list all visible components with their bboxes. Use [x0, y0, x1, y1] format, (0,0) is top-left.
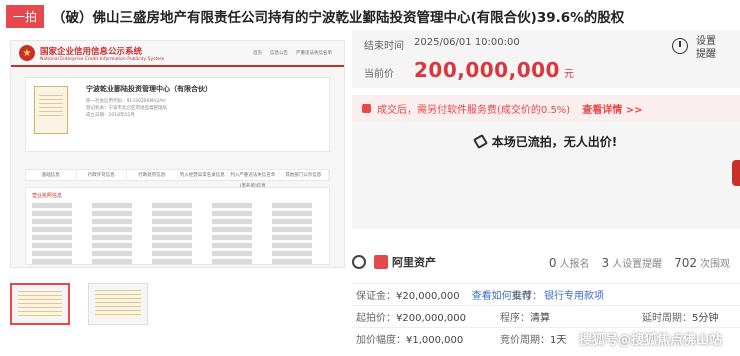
reminder-label-line1: 设置: [696, 36, 716, 47]
info-lines: [32, 203, 323, 264]
license-image: [34, 86, 68, 134]
company-lines: 统一社会信用代码：91330206MA2AH 登记机关：宁波市北仑区市场监督管理…: [86, 98, 167, 119]
emblem-icon: ★: [19, 45, 35, 61]
company-line: 统一社会信用代码：91330206MA2AH: [86, 99, 166, 104]
platform-name: 阿里资产: [392, 256, 436, 269]
watermark: 搜狐号@搜狐焦点佛山站: [578, 333, 722, 348]
start-price-value: ¥200,000,000: [396, 313, 466, 324]
gs-nav-item: 首页: [253, 51, 262, 56]
auction-status: 本场已流拍，无人出价!: [352, 133, 740, 150]
recommend-item: 推荐： 银行专用款项: [512, 287, 604, 302]
delay-label: 延时周期：: [642, 313, 692, 324]
thumbnail-2[interactable]: [88, 283, 148, 325]
round-badge: 一拍: [6, 4, 45, 28]
current-price-label: 当前价: [364, 69, 394, 80]
gavel-icon: [472, 133, 488, 150]
company-box: 宁波乾业鄞陆投资管理中心（有限合伙） 统一社会信用代码：91330206MA2A…: [25, 77, 330, 152]
thumbnail-1[interactable]: [10, 283, 70, 325]
deposit-label: 保证金：: [356, 291, 396, 302]
end-time-row: 结束时间 2025/06/01 10:00:00: [364, 37, 520, 52]
service-fee-notice: 成交后，需另付软件服务费(成交价的0.5%) 查看详情 >>: [352, 95, 740, 121]
set-reminder-button[interactable]: 设置 提醒: [672, 35, 726, 61]
details-row-start: 起拍价：¥200,000,000 程序：清算 延时周期：5分钟: [352, 305, 740, 327]
price-block: 结束时间 2025/06/01 10:00:00 当前价 200,000,000…: [352, 30, 740, 88]
deposit-item: 保证金：¥20,000,000 查看如何支付: [356, 287, 532, 302]
side-tab-button[interactable]: [732, 160, 740, 186]
cycle-value: 1天: [550, 335, 567, 346]
increment-item: 加价幅度：¥1,000,000: [356, 331, 463, 346]
company-line: 登记机关：宁波市北仑区市场监督管理局: [86, 106, 167, 111]
views-label: 次围观: [700, 259, 730, 270]
gs-tab: 列入经营异常名录信息: [178, 170, 228, 180]
title-row: 一拍 （破）佛山三盛房地产有限责任公司持有的宁波乾业鄞陆投资管理中心(有限合伙)…: [6, 4, 624, 28]
lock-icon: [362, 103, 371, 113]
gs-tab: 其他部门公示信息: [279, 170, 329, 180]
reminder-stat: 3 人设置提醒: [601, 255, 662, 270]
gs-title-cn: 国家企业信用信息公示系统: [40, 46, 143, 57]
info-heading: 营业执照信息: [32, 193, 63, 199]
view-details-link[interactable]: 查看详情 >>: [582, 101, 642, 116]
gs-nav-item: 信息公告: [270, 51, 288, 56]
reminder-label-line2: 提醒: [696, 49, 716, 60]
procedure-label: 程序：: [500, 313, 530, 324]
views-count: 702: [674, 256, 697, 270]
gs-tab: 基础信息: [26, 170, 77, 180]
company-name: 宁波乾业鄞陆投资管理中心（有限合伙）: [86, 85, 212, 93]
status-text: 本场已流拍，无人出价!: [491, 135, 618, 149]
views-stat: 702 次围观: [674, 255, 730, 270]
end-time-value: 2025/06/01 10:00:00: [414, 37, 520, 48]
gs-tabbar: 基础信息 行政许可信息 行政处罚信息 列入经营异常名录信息 列入严重违法失信名单…: [25, 169, 330, 189]
gs-tab: 行政处罚信息: [127, 170, 178, 180]
page-title: （破）佛山三盛房地产有限责任公司持有的宁波乾业鄞陆投资管理中心(有限合伙)39.…: [52, 10, 625, 26]
delay-value: 5分钟: [692, 313, 719, 324]
procedure-value: 清算: [530, 313, 550, 324]
gs-nav-item: 严重违法失信名单: [296, 51, 332, 56]
deposit-value: ¥20,000,000: [396, 291, 460, 302]
info-panel: 营业执照信息: [25, 187, 330, 265]
signup-stat: 0 人报名: [549, 255, 590, 270]
main-image[interactable]: ★ 国家企业信用信息公示系统 National Enterprise Credi…: [10, 40, 345, 268]
zoom-icon[interactable]: [352, 255, 366, 269]
procedure-item: 程序：清算: [500, 309, 550, 324]
gs-nav: 首页 信息公告 严重违法失信名单: [253, 50, 332, 56]
end-time-label: 结束时间: [364, 41, 404, 52]
thumbnail-strip: [10, 283, 148, 325]
gs-tab: 列入严重违法失信名单(黑名单)信息: [228, 170, 279, 189]
reminder-stat-label: 人设置提醒: [612, 259, 663, 270]
gs-header: ★ 国家企业信用信息公示系统 National Enterprise Credi…: [11, 41, 344, 67]
increment-label: 加价幅度：: [356, 335, 406, 346]
signup-label: 人报名: [559, 259, 590, 270]
company-line: 成立日期：2018年05月: [86, 113, 135, 118]
current-price-row: 当前价 200,000,000 元: [364, 58, 574, 82]
platform-logo[interactable]: 阿里资产: [374, 254, 436, 270]
details-row-deposit: 保证金：¥20,000,000 查看如何支付 推荐： 银行专用款项: [352, 283, 740, 305]
platform-logo-icon: [374, 255, 388, 269]
notice-text: 成交后，需另付软件服务费(成交价的0.5%): [377, 104, 571, 116]
current-price-value: 200,000,000: [414, 58, 560, 82]
start-price-item: 起拍价：¥200,000,000: [356, 309, 466, 324]
auction-status-panel: 本场已流拍，无人出价!: [352, 121, 740, 229]
recommend-label: 推荐：: [512, 291, 542, 302]
increment-value: ¥1,000,000: [406, 335, 464, 346]
gs-tab: 行政许可信息: [77, 170, 127, 180]
auction-stats: 0 人报名 3 人设置提醒 702 次围观: [549, 255, 730, 270]
reminder-count: 3: [601, 256, 610, 270]
recommend-link[interactable]: 银行专用款项: [544, 291, 604, 302]
delay-item: 延时周期：5分钟: [642, 309, 718, 324]
cycle-label: 竞价周期：: [500, 335, 550, 346]
clock-icon: [672, 38, 688, 54]
start-price-label: 起拍价：: [356, 313, 396, 324]
gs-title-en: National Enterprise Credit Information P…: [40, 56, 165, 62]
signup-count: 0: [548, 256, 557, 270]
currency-unit: 元: [563, 69, 574, 80]
cycle-item: 竞价周期：1天: [500, 331, 566, 346]
